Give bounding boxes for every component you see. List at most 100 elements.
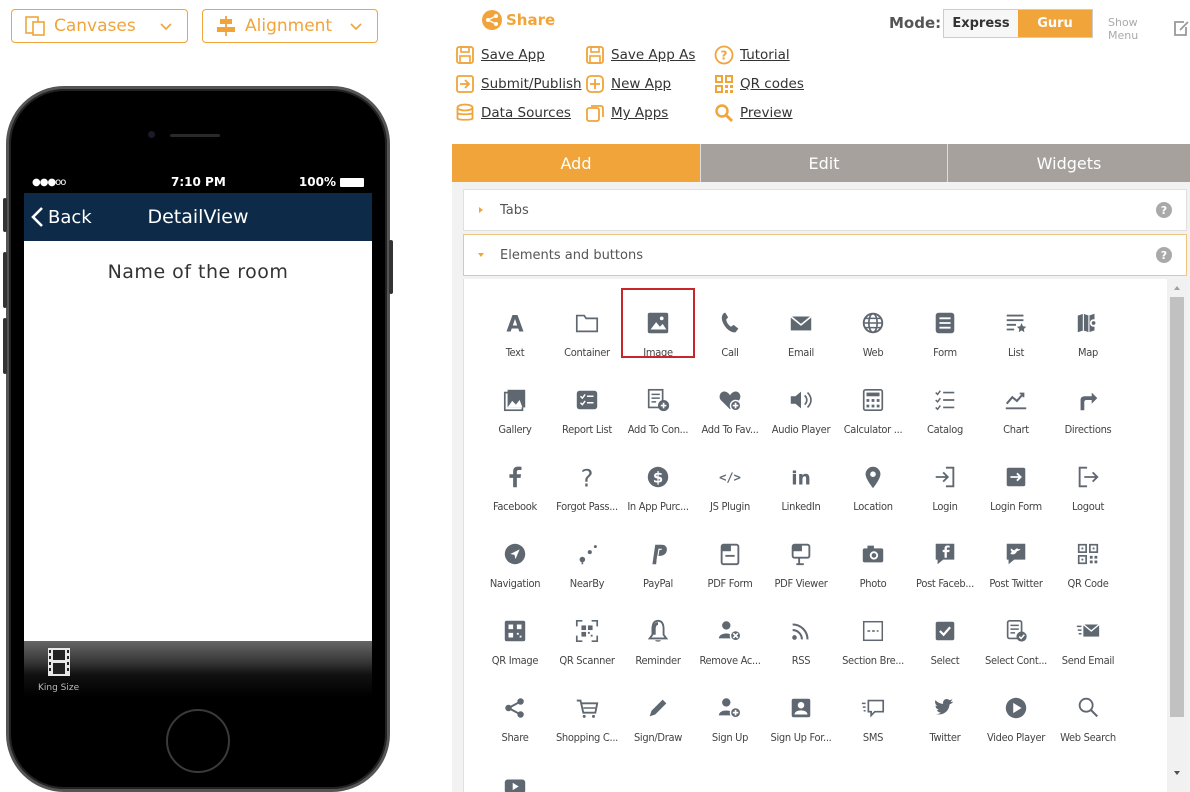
alignment-dropdown[interactable]: Alignment bbox=[202, 9, 378, 43]
mode-guru-button[interactable]: Guru bbox=[1018, 10, 1092, 37]
element-linkedin[interactable]: in LinkedIn bbox=[764, 442, 838, 513]
facebook-icon bbox=[501, 464, 529, 490]
element-pdf-form[interactable]: PDF Form bbox=[693, 519, 767, 590]
element-reminder[interactable]: Reminder bbox=[621, 596, 695, 667]
element-pdf-viewer[interactable]: PDF Viewer bbox=[764, 519, 838, 590]
element-add-to-con[interactable]: Add To Con... bbox=[621, 365, 695, 436]
element-call[interactable]: Call bbox=[693, 288, 767, 359]
element-catalog[interactable]: Catalog bbox=[908, 365, 982, 436]
show-menu-button[interactable]: Show Menu bbox=[1108, 16, 1190, 42]
element-photo[interactable]: Photo bbox=[836, 519, 910, 590]
element-more[interactable] bbox=[478, 750, 552, 792]
my-apps-label: My Apps bbox=[611, 105, 669, 121]
help-icon[interactable]: ? bbox=[1156, 202, 1172, 218]
qr-codes-link[interactable]: QR codes bbox=[714, 74, 804, 94]
element-email[interactable]: Email bbox=[764, 288, 838, 359]
my-apps-link[interactable]: My Apps bbox=[585, 103, 668, 123]
element-login[interactable]: Login bbox=[908, 442, 982, 513]
element-add-to-fav[interactable]: Add To Fav... bbox=[693, 365, 767, 436]
element-qr-scanner[interactable]: QR Scanner bbox=[550, 596, 624, 667]
tab-add[interactable]: Add bbox=[452, 144, 700, 182]
element-facebook[interactable]: Facebook bbox=[478, 442, 552, 513]
chevron-down-icon bbox=[349, 19, 363, 33]
element-section-bre[interactable]: Section Bre... bbox=[836, 596, 910, 667]
element-rss[interactable]: RSS bbox=[764, 596, 838, 667]
element-logout[interactable]: Logout bbox=[1051, 442, 1125, 513]
element-remove-ac[interactable]: Remove Ac... bbox=[693, 596, 767, 667]
scrollbar-thumb[interactable] bbox=[1170, 297, 1184, 717]
element-login-form[interactable]: Login Form bbox=[979, 442, 1053, 513]
element-share[interactable]: Share bbox=[478, 673, 552, 744]
element-js-plugin[interactable]: </> JS Plugin bbox=[693, 442, 767, 513]
element-label: Call bbox=[721, 346, 739, 359]
room-name-text[interactable]: Name of the room bbox=[24, 261, 372, 283]
element-navigation[interactable]: Navigation bbox=[478, 519, 552, 590]
phone-screen[interactable]: ●●●oo 7:10 PM 100% Back DetailView Name … bbox=[24, 171, 372, 697]
preview-link[interactable]: Preview bbox=[714, 103, 793, 123]
element-label: Reminder bbox=[635, 654, 681, 667]
element-video-player[interactable]: Video Player bbox=[979, 673, 1053, 744]
element-web[interactable]: Web bbox=[836, 288, 910, 359]
element-list[interactable]: List bbox=[979, 288, 1053, 359]
element-report-list[interactable]: Report List bbox=[550, 365, 624, 436]
back-button[interactable]: Back bbox=[30, 206, 92, 228]
element-calculator[interactable]: Calculator ... bbox=[836, 365, 910, 436]
element-qr-code[interactable]: QR Code bbox=[1051, 519, 1125, 590]
element-label: Gallery bbox=[498, 423, 532, 436]
element-label: QR Code bbox=[1067, 577, 1109, 590]
element-audio-player[interactable]: Audio Player bbox=[764, 365, 838, 436]
film-strip-icon[interactable] bbox=[46, 647, 72, 677]
element-map[interactable]: Map bbox=[1051, 288, 1125, 359]
element-gallery[interactable]: Gallery bbox=[478, 365, 552, 436]
element-sms[interactable]: SMS bbox=[836, 673, 910, 744]
element-post-faceb[interactable]: Post Faceb... bbox=[908, 519, 982, 590]
element-in-app-purc[interactable]: $ In App Purc... bbox=[621, 442, 695, 513]
select-contact-icon bbox=[1002, 618, 1030, 644]
tutorial-link[interactable]: ? Tutorial bbox=[714, 45, 790, 65]
scroll-down-icon[interactable] bbox=[1172, 768, 1182, 778]
element-twitter[interactable]: Twitter bbox=[908, 673, 982, 744]
element-paypal[interactable]: PayPal bbox=[621, 519, 695, 590]
element-post-twitter[interactable]: Post Twitter bbox=[979, 519, 1053, 590]
new-app-link[interactable]: New App bbox=[585, 74, 671, 94]
canvases-dropdown[interactable]: Canvases bbox=[11, 9, 188, 43]
element-image[interactable]: Image bbox=[621, 288, 695, 359]
element-forgot-pass[interactable]: ? Forgot Pass... bbox=[550, 442, 624, 513]
elements-accordion-header[interactable]: Elements and buttons ? bbox=[463, 234, 1187, 276]
elements-scrollbar[interactable] bbox=[1167, 279, 1187, 792]
element-shopping-c[interactable]: Shopping C... bbox=[550, 673, 624, 744]
tabs-accordion-header[interactable]: Tabs ? bbox=[463, 189, 1187, 231]
element-location[interactable]: Location bbox=[836, 442, 910, 513]
element-container[interactable]: Container bbox=[550, 288, 624, 359]
save-icon bbox=[455, 45, 475, 65]
element-directions[interactable]: Directions bbox=[1051, 365, 1125, 436]
element-text[interactable]: A Text bbox=[478, 288, 552, 359]
save-app-as-link[interactable]: Save App As bbox=[585, 45, 695, 65]
envelope-icon bbox=[787, 310, 815, 336]
element-chart[interactable]: Chart bbox=[979, 365, 1053, 436]
tab-widgets[interactable]: Widgets bbox=[947, 144, 1190, 182]
element-sign-up[interactable]: Sign Up bbox=[693, 673, 767, 744]
add-contact-icon bbox=[644, 387, 672, 413]
scroll-up-icon[interactable] bbox=[1172, 283, 1182, 293]
element-select-cont[interactable]: Select Cont... bbox=[979, 596, 1053, 667]
qr-codes-label: QR codes bbox=[740, 76, 804, 92]
element-sign-draw[interactable]: Sign/Draw bbox=[621, 673, 695, 744]
help-icon[interactable]: ? bbox=[1156, 247, 1172, 263]
element-qr-image[interactable]: QR Image bbox=[478, 596, 552, 667]
share-button[interactable]: Share bbox=[482, 10, 555, 30]
element-form[interactable]: Form bbox=[908, 288, 982, 359]
element-nearby[interactable]: NearBy bbox=[550, 519, 624, 590]
mode-toggle: Express Guru bbox=[943, 9, 1093, 38]
tab-edit[interactable]: Edit bbox=[700, 144, 947, 182]
element-send-email[interactable]: Send Email bbox=[1051, 596, 1125, 667]
data-sources-link[interactable]: Data Sources bbox=[455, 103, 571, 123]
mode-express-button[interactable]: Express bbox=[944, 10, 1018, 37]
element-sign-up-for[interactable]: Sign Up For... bbox=[764, 673, 838, 744]
submit-publish-link[interactable]: Submit/Publish bbox=[455, 74, 582, 94]
element-web-search[interactable]: Web Search bbox=[1051, 673, 1125, 744]
element-select[interactable]: Select bbox=[908, 596, 982, 667]
save-app-link[interactable]: Save App bbox=[455, 45, 545, 65]
tab-label[interactable]: King Size bbox=[38, 683, 79, 693]
speaker-icon bbox=[787, 387, 815, 413]
